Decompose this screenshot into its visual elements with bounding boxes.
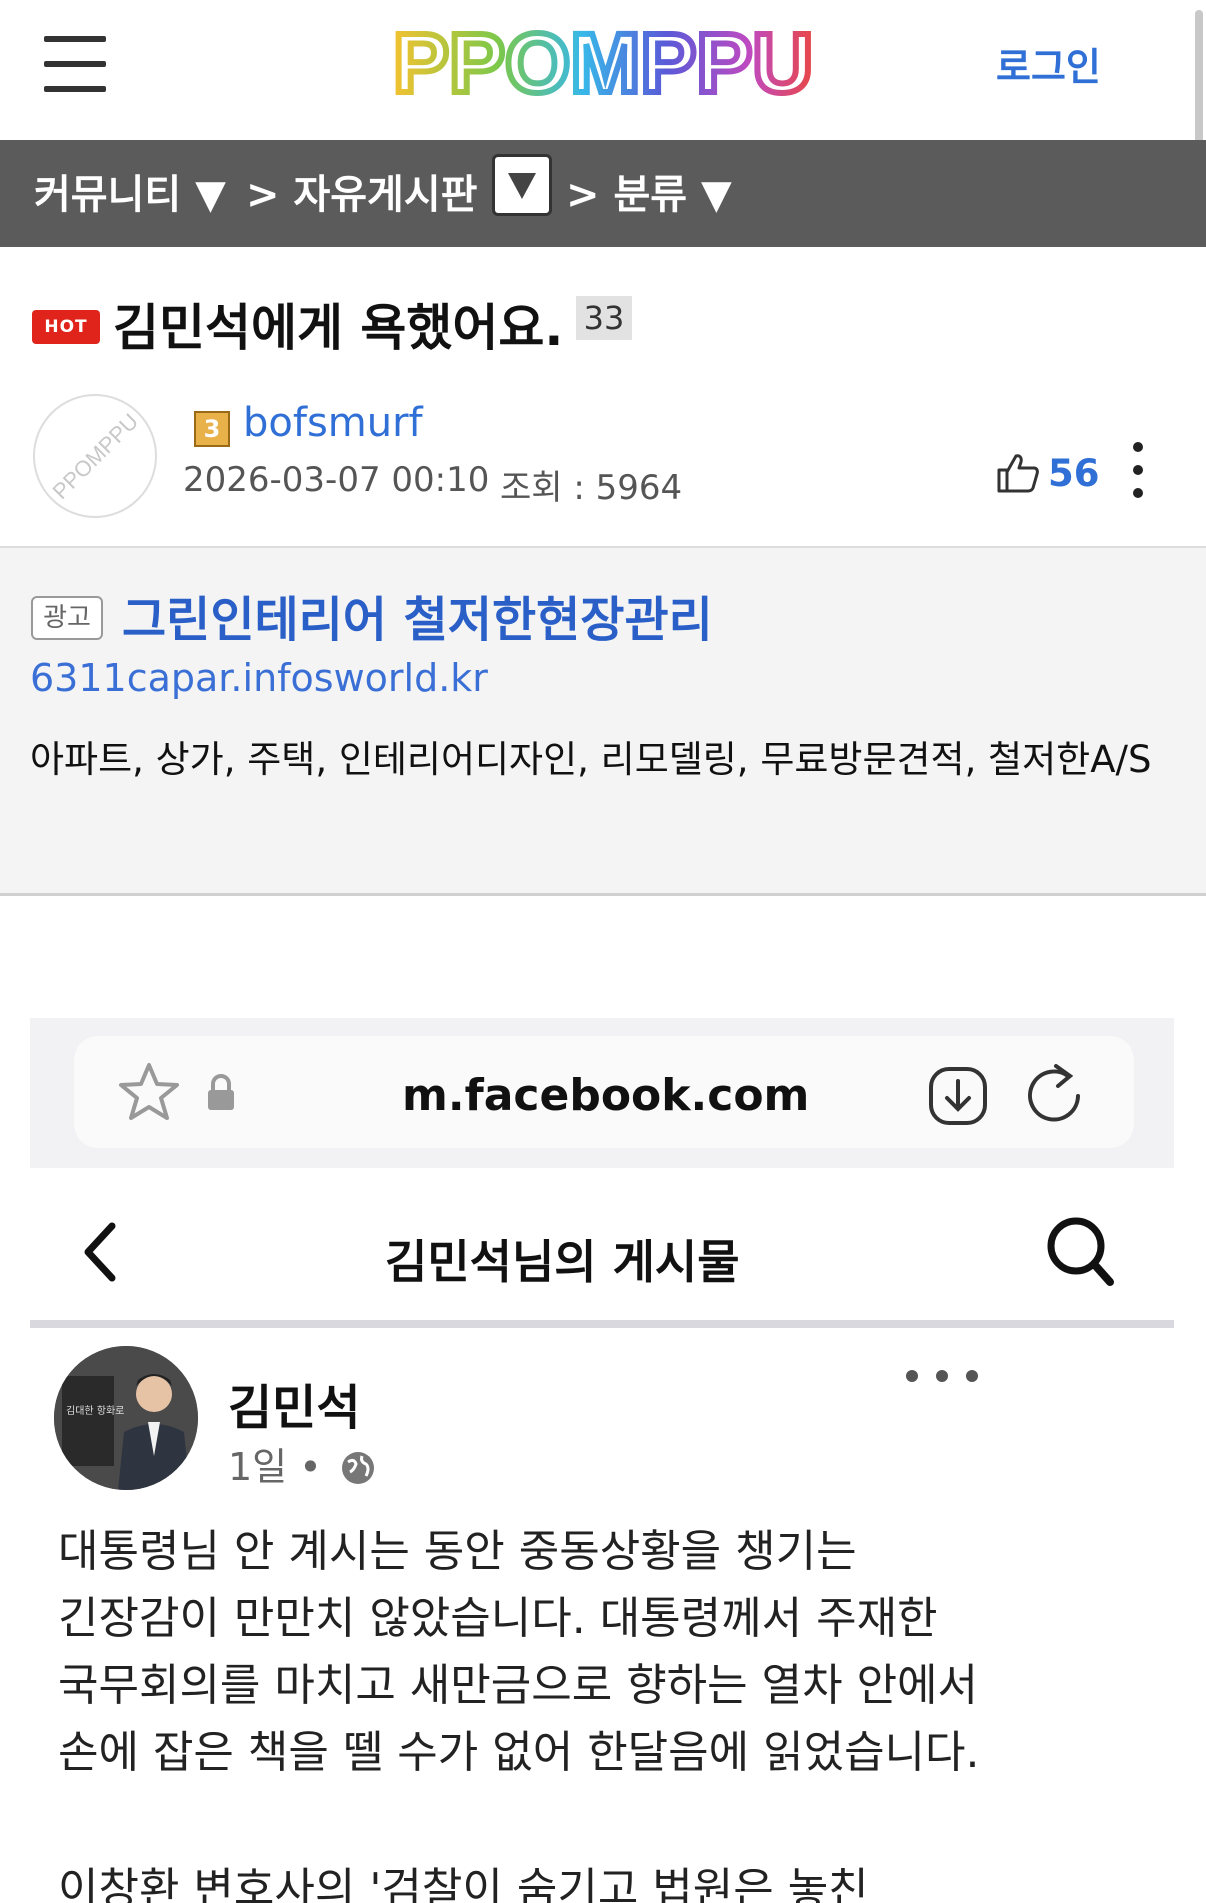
- hot-badge: HOT: [32, 310, 100, 344]
- search-icon: [1047, 1217, 1114, 1286]
- fb-text-line: 손에 잡은 책을 뗄 수가 없어 한달음에 읽었습니다.: [58, 1727, 980, 1778]
- globe-icon: [341, 1452, 374, 1484]
- post-image: m.facebook.com 김민석님의 게시물 김대한 항화로 김민석 1일 …: [30, 1018, 1174, 1903]
- more-horiz-icon: [906, 1370, 978, 1382]
- download-icon: [929, 1067, 987, 1125]
- site-logo[interactable]: PPOMPPU: [385, 10, 825, 120]
- browser-url: m.facebook.com: [402, 1070, 810, 1121]
- scrollbar-thumb[interactable]: [1195, 10, 1203, 160]
- avatar-watermark: PPOMPPU: [48, 409, 143, 504]
- fb-text-line: 대통령님 안 계시는 동안 중동상황을 챙기는: [58, 1526, 857, 1577]
- nav-community[interactable]: 커뮤니티 ▼: [34, 162, 226, 220]
- hamburger-icon[interactable]: [44, 36, 106, 92]
- ad-description: 아파트, 상가, 주택, 인테리어디자인, 리모델링, 무료방문견적, 철저한A…: [30, 738, 1152, 781]
- fb-post-time: 1일 •: [228, 1436, 376, 1491]
- fb-page-title: 김민석님의 게시물: [385, 1235, 740, 1289]
- ad-title[interactable]: 그린인테리어 철저한현장관리: [122, 580, 713, 650]
- scrollbar[interactable]: [1190, 0, 1206, 1903]
- fb-text-line: 국무회의를 마치고 새만금으로 향하는 열차 안에서: [58, 1660, 979, 1711]
- fb-text-line-cut: 이창환 변호사의 '검찰이 숨기고 법원은 놓친: [58, 1864, 869, 1903]
- star-icon: [119, 1063, 179, 1120]
- site-header: PPOMPPU 로그인: [0, 0, 1190, 140]
- back-icon: [84, 1222, 116, 1282]
- avatar[interactable]: PPOMPPU: [33, 394, 157, 518]
- fb-avatar: 김대한 항화로: [54, 1346, 198, 1490]
- nav-board[interactable]: > 자유게시판: [246, 162, 477, 220]
- fb-text-line: 긴장감이 만만치 않았습니다. 대통령께서 주재한: [58, 1593, 938, 1644]
- login-link[interactable]: 로그인: [996, 36, 1101, 91]
- ad-url[interactable]: 6311capar.infosworld.kr: [30, 656, 488, 700]
- ad-badge: 광고: [31, 596, 103, 640]
- author-name[interactable]: bofsmurf: [243, 400, 423, 446]
- logo-text: PPOMPPU: [393, 16, 813, 110]
- board-dropdown-button[interactable]: [492, 154, 552, 216]
- more-vert-icon[interactable]: [1130, 440, 1146, 500]
- fb-page-header: 김민석님의 게시물: [30, 1168, 1174, 1328]
- browser-address-bar: m.facebook.com: [30, 1018, 1174, 1168]
- dropdown-arrow-icon: [508, 173, 536, 199]
- level-badge: 3: [194, 411, 230, 447]
- fb-author-name: 김민석: [228, 1380, 361, 1436]
- nav-category[interactable]: > 분류 ▼: [566, 162, 732, 220]
- lock-icon: [208, 1074, 234, 1110]
- comment-count[interactable]: 33: [576, 296, 632, 340]
- post-datetime: 2026-03-07 00:10: [183, 460, 490, 500]
- thumbs-up-icon[interactable]: [996, 452, 1040, 494]
- fb-avatar-sign: 김대한 항화로: [66, 1405, 124, 1417]
- like-count[interactable]: 56: [1048, 452, 1100, 495]
- view-count: 조회 : 5964: [500, 468, 683, 508]
- breadcrumb-nav: 커뮤니티 ▼ > 자유게시판 > 분류 ▼: [0, 140, 1206, 247]
- fb-post-time-text: 1일 •: [228, 1445, 322, 1489]
- post-title: 김민석에게 욕했어요.: [113, 299, 564, 357]
- reload-icon: [1028, 1064, 1080, 1122]
- fb-post-text: 대통령님 안 계시는 동안 중동상황을 챙기는 긴장감이 만만치 않았습니다. …: [58, 1518, 1158, 1786]
